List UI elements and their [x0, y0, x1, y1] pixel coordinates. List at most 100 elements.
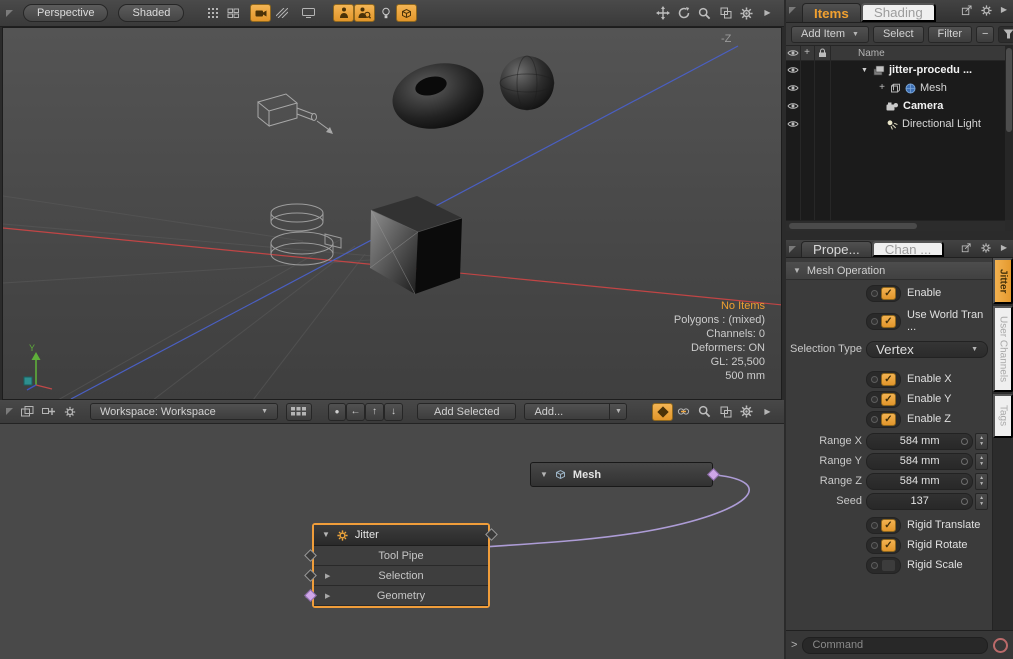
- viewport-display-toggle[interactable]: [298, 4, 319, 22]
- schematic-options-button[interactable]: [736, 403, 757, 421]
- use-world-transform-checkbox[interactable]: ✓: [866, 313, 901, 330]
- scrollbar-thumb[interactable]: [789, 223, 917, 229]
- rigid-scale-checkbox[interactable]: ✓: [866, 557, 901, 574]
- grid-squares-toggle[interactable]: [223, 4, 244, 22]
- rigid-rotate-checkbox[interactable]: ✓: [866, 537, 901, 554]
- item-row-jitter-procedural[interactable]: ▼ jitter-procedu ...: [786, 61, 1005, 79]
- panel-corner-icon[interactable]: [789, 7, 796, 14]
- jitter-selection-row[interactable]: ▶ Selection: [314, 566, 488, 586]
- pin-column-icon[interactable]: +: [800, 46, 814, 60]
- schematic-zoom-button[interactable]: [694, 403, 715, 421]
- mesh-node[interactable]: ▼ Mesh: [530, 462, 713, 487]
- sphere-object[interactable]: [500, 56, 554, 110]
- jitter-toolpipe-row[interactable]: Tool Pipe: [314, 546, 488, 566]
- panel-expand-button[interactable]: ▶: [998, 241, 1010, 255]
- connection-style-toggle[interactable]: [652, 403, 673, 421]
- rotate-view-button[interactable]: [673, 4, 694, 22]
- panel-expand-button[interactable]: ▶: [998, 1, 1010, 19]
- expander-icon[interactable]: ▼: [860, 67, 869, 74]
- add-dropdown-arrow[interactable]: ▼: [610, 403, 627, 420]
- eye-icon[interactable]: [786, 61, 800, 79]
- node-settings-button[interactable]: [59, 403, 80, 421]
- lock-column-icon[interactable]: [814, 46, 830, 60]
- add-node-button[interactable]: [38, 403, 59, 421]
- range-x-field[interactable]: 584 mm: [866, 433, 973, 450]
- side-tab-jitter[interactable]: Jitter: [993, 258, 1013, 304]
- range-y-field[interactable]: 584 mm: [866, 453, 973, 470]
- add-button[interactable]: Add...: [524, 403, 610, 420]
- item-row-camera[interactable]: Camera: [786, 97, 1005, 115]
- align-down-button[interactable]: ↓: [384, 403, 403, 421]
- show-locators-toggle[interactable]: [333, 4, 354, 22]
- enable-y-checkbox[interactable]: ✓: [866, 391, 901, 408]
- show-lights-toggle[interactable]: [375, 4, 396, 22]
- visibility-column-icon[interactable]: [786, 46, 800, 60]
- item-tree[interactable]: ▼ jitter-procedu ... + Mesh: [786, 61, 1005, 220]
- selection-type-dropdown[interactable]: Vertex ▼: [866, 341, 988, 358]
- tab-properties[interactable]: Prope...: [801, 241, 872, 257]
- range-z-field[interactable]: 584 mm: [866, 473, 973, 490]
- show-meshes-toggle[interactable]: [396, 4, 417, 22]
- eye-icon[interactable]: [786, 97, 800, 115]
- panel-options-button[interactable]: [978, 1, 994, 19]
- spinner-up-icon[interactable]: ▲: [979, 496, 984, 501]
- schematic-overlay-button[interactable]: [17, 403, 38, 421]
- popout-panel-button[interactable]: [958, 241, 974, 255]
- enable-z-checkbox[interactable]: ✓: [866, 411, 901, 428]
- command-history-icon[interactable]: [993, 638, 1008, 653]
- center-nodes-button[interactable]: ●: [328, 403, 346, 421]
- name-column-header[interactable]: Name: [858, 48, 885, 59]
- items-vertical-scrollbar[interactable]: [1005, 46, 1013, 220]
- show-selection-toggle[interactable]: [354, 4, 375, 22]
- viewport-layout-button[interactable]: [715, 4, 736, 22]
- expand-plus-icon[interactable]: +: [878, 83, 886, 93]
- auto-link-toggle[interactable]: [673, 403, 694, 421]
- side-tab-tags[interactable]: Tags: [993, 394, 1013, 438]
- list-filter-button[interactable]: [998, 26, 1013, 43]
- side-tab-user-channels[interactable]: User Channels: [993, 306, 1013, 392]
- spinner-up-icon[interactable]: ▲: [979, 476, 984, 481]
- jitter-node-header[interactable]: ▼ Jitter: [314, 525, 488, 546]
- tab-channels[interactable]: Chan ...: [872, 241, 945, 257]
- minislider-knob-icon[interactable]: [961, 458, 968, 465]
- eye-icon[interactable]: [786, 79, 800, 97]
- zoom-view-button[interactable]: [694, 4, 715, 22]
- seed-spinner[interactable]: ▲▼: [975, 493, 988, 510]
- schematic-canvas[interactable]: ▼ Mesh ▼ Jitter Tool Pipe ▶ Selection ▶ …: [0, 424, 784, 659]
- spinner-down-icon[interactable]: ▼: [979, 442, 984, 447]
- spinner-down-icon[interactable]: ▼: [979, 502, 984, 507]
- panel-expand-button[interactable]: ▶: [757, 403, 778, 421]
- minislider-knob-icon[interactable]: [961, 478, 968, 485]
- enable-checkbox[interactable]: ✓: [866, 285, 901, 302]
- enable-x-checkbox[interactable]: ✓: [866, 371, 901, 388]
- mesh-operation-section-header[interactable]: ▼ Mesh Operation: [786, 262, 992, 280]
- cube-object[interactable]: [370, 196, 462, 294]
- wireframe-overlay-toggle[interactable]: [271, 4, 292, 22]
- panel-options-button[interactable]: [978, 241, 994, 255]
- range-x-spinner[interactable]: ▲▼: [975, 433, 988, 450]
- eye-icon[interactable]: [786, 115, 800, 133]
- grid-layout-button[interactable]: [286, 403, 312, 421]
- torus-object[interactable]: [386, 55, 489, 137]
- workspace-dropdown[interactable]: Workspace: Workspace ▼: [90, 403, 278, 420]
- filter-button[interactable]: Filter: [928, 26, 972, 43]
- remove-item-button[interactable]: −: [976, 26, 994, 43]
- item-row-directional-light[interactable]: Directional Light: [786, 115, 1005, 133]
- seed-field[interactable]: 137: [866, 493, 973, 510]
- align-up-button[interactable]: ↑: [365, 403, 384, 421]
- range-y-spinner[interactable]: ▲▼: [975, 453, 988, 470]
- popout-panel-button[interactable]: [958, 1, 974, 19]
- spinner-up-icon[interactable]: ▲: [979, 436, 984, 441]
- command-input[interactable]: [802, 637, 988, 654]
- panel-corner-icon[interactable]: [6, 408, 13, 415]
- viewport-options-button[interactable]: [736, 4, 757, 22]
- spinner-up-icon[interactable]: ▲: [979, 456, 984, 461]
- jitter-geometry-row[interactable]: ▶ Geometry: [314, 586, 488, 606]
- add-selected-button[interactable]: Add Selected: [417, 403, 516, 420]
- panel-corner-icon[interactable]: [6, 10, 13, 17]
- add-item-button[interactable]: Add Item ▼: [791, 26, 869, 43]
- minislider-knob-icon[interactable]: [961, 498, 968, 505]
- expand-triangle-icon[interactable]: ▶: [325, 572, 330, 580]
- items-horizontal-scrollbar[interactable]: [786, 220, 1005, 231]
- viewport-canvas[interactable]: -Z No Items Polygons : (mixed) Channels:…: [2, 27, 782, 400]
